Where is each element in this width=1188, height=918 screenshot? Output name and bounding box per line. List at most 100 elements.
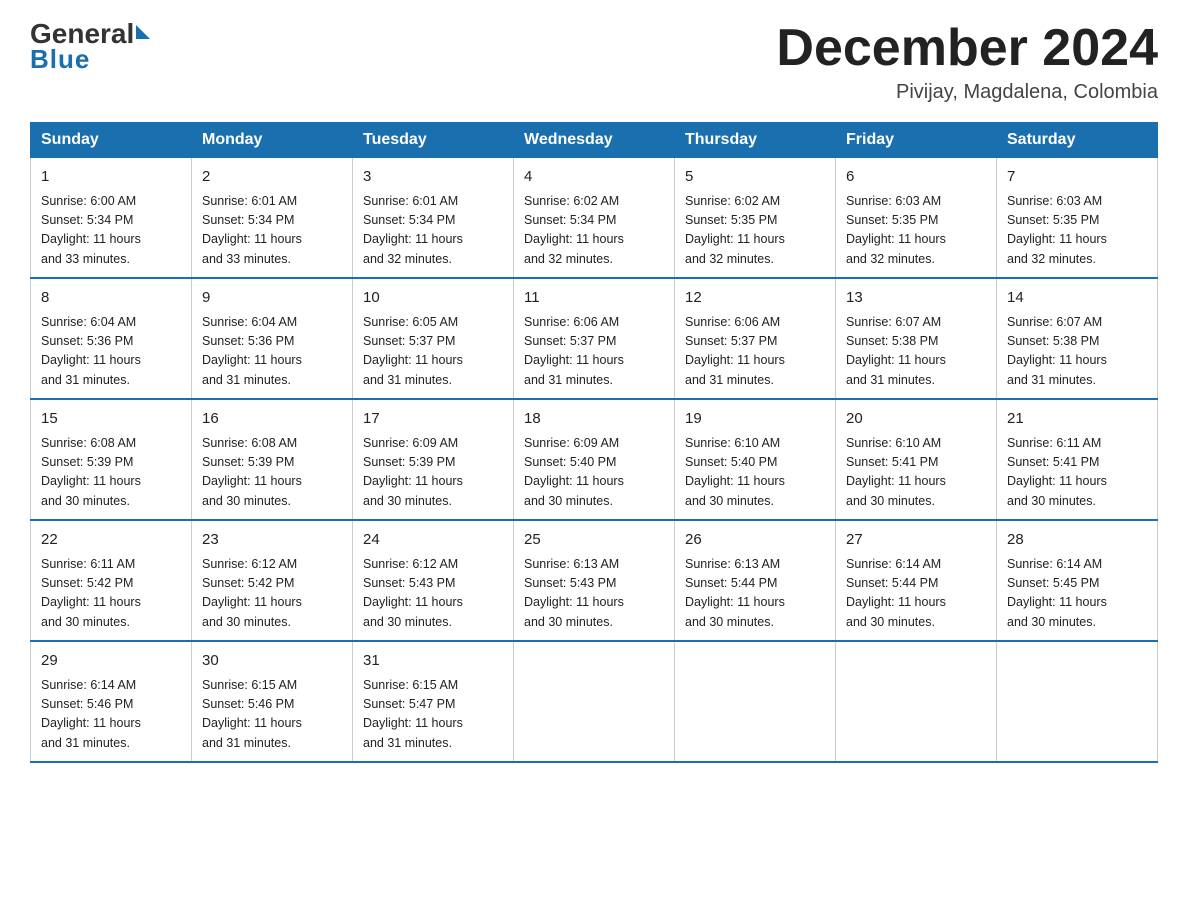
calendar-row-1: 8 Sunrise: 6:04 AMSunset: 5:36 PMDaylight…	[31, 278, 1158, 399]
day-info: Sunrise: 6:04 AMSunset: 5:36 PMDaylight:…	[41, 313, 181, 391]
calendar-cell: 21 Sunrise: 6:11 AMSunset: 5:41 PMDayligh…	[997, 399, 1158, 520]
calendar-cell: 28 Sunrise: 6:14 AMSunset: 5:45 PMDayligh…	[997, 520, 1158, 641]
day-info: Sunrise: 6:03 AMSunset: 5:35 PMDaylight:…	[1007, 192, 1147, 270]
day-info: Sunrise: 6:15 AMSunset: 5:46 PMDaylight:…	[202, 676, 342, 754]
calendar-cell: 16Sunrise: 6:08 AMSunset: 5:39 PMDayligh…	[192, 399, 353, 520]
day-number: 4	[524, 166, 664, 189]
day-number: 27	[846, 529, 986, 552]
day-number: 15	[41, 408, 181, 431]
day-info: Sunrise: 6:05 AMSunset: 5:37 PMDaylight:…	[363, 313, 503, 391]
day-info: Sunrise: 6:01 AMSunset: 5:34 PMDaylight:…	[363, 192, 503, 270]
day-number: 3	[363, 166, 503, 189]
day-info: Sunrise: 6:09 AMSunset: 5:40 PMDaylight:…	[524, 434, 664, 512]
calendar-cell: 15Sunrise: 6:08 AMSunset: 5:39 PMDayligh…	[31, 399, 192, 520]
day-number: 17	[363, 408, 503, 431]
calendar-cell: 9Sunrise: 6:04 AMSunset: 5:36 PMDaylight…	[192, 278, 353, 399]
day-number: 25	[524, 529, 664, 552]
day-header-wednesday: Wednesday	[514, 123, 675, 158]
title-area: December 2024 Pivijay, Magdalena, Colomb…	[776, 20, 1158, 104]
day-number: 29	[41, 650, 181, 673]
calendar-cell: 13Sunrise: 6:07 AMSunset: 5:38 PMDayligh…	[836, 278, 997, 399]
day-number: 6	[846, 166, 986, 189]
day-number: 20	[846, 408, 986, 431]
calendar-cell: 10 Sunrise: 6:05 AMSunset: 5:37 PMDayligh…	[353, 278, 514, 399]
day-info: Sunrise: 6:14 AMSunset: 5:44 PMDaylight:…	[846, 555, 986, 633]
day-info: Sunrise: 6:03 AMSunset: 5:35 PMDaylight:…	[846, 192, 986, 270]
calendar-header: SundayMondayTuesdayWednesdayThursdayFrid…	[31, 123, 1158, 158]
logo-blue: Blue	[30, 46, 90, 72]
calendar-cell: 22Sunrise: 6:11 AMSunset: 5:42 PMDayligh…	[31, 520, 192, 641]
day-info: Sunrise: 6:04 AMSunset: 5:36 PMDaylight:…	[202, 313, 342, 391]
day-header-sunday: Sunday	[31, 123, 192, 158]
day-number: 11	[524, 287, 664, 310]
day-info: Sunrise: 6:11 AMSunset: 5:41 PMDaylight:…	[1007, 434, 1147, 512]
logo: General Blue	[30, 20, 150, 72]
day-number: 7	[1007, 166, 1147, 189]
day-info: Sunrise: 6:12 AMSunset: 5:42 PMDaylight:…	[202, 555, 342, 633]
day-info: Sunrise: 6:13 AMSunset: 5:44 PMDaylight:…	[685, 555, 825, 633]
location: Pivijay, Magdalena, Colombia	[776, 81, 1158, 104]
calendar-table: SundayMondayTuesdayWednesdayThursdayFrid…	[30, 122, 1158, 763]
day-header-saturday: Saturday	[997, 123, 1158, 158]
day-info: Sunrise: 6:09 AMSunset: 5:39 PMDaylight:…	[363, 434, 503, 512]
day-number: 12	[685, 287, 825, 310]
day-info: Sunrise: 6:08 AMSunset: 5:39 PMDaylight:…	[202, 434, 342, 512]
calendar-row-3: 22Sunrise: 6:11 AMSunset: 5:42 PMDayligh…	[31, 520, 1158, 641]
calendar-cell: 3 Sunrise: 6:01 AMSunset: 5:34 PMDaylight…	[353, 158, 514, 279]
calendar-cell: 11 Sunrise: 6:06 AMSunset: 5:37 PMDayligh…	[514, 278, 675, 399]
day-number: 1	[41, 166, 181, 189]
calendar-cell	[836, 641, 997, 762]
day-number: 21	[1007, 408, 1147, 431]
day-info: Sunrise: 6:10 AMSunset: 5:41 PMDaylight:…	[846, 434, 986, 512]
day-header-friday: Friday	[836, 123, 997, 158]
calendar-cell: 24Sunrise: 6:12 AMSunset: 5:43 PMDayligh…	[353, 520, 514, 641]
calendar-cell: 25 Sunrise: 6:13 AMSunset: 5:43 PMDayligh…	[514, 520, 675, 641]
day-info: Sunrise: 6:01 AMSunset: 5:34 PMDaylight:…	[202, 192, 342, 270]
day-number: 23	[202, 529, 342, 552]
calendar-cell: 23 Sunrise: 6:12 AMSunset: 5:42 PMDayligh…	[192, 520, 353, 641]
calendar-row-2: 15 Sunrise: 6:08 AMSunset: 5:39 PMDayligh…	[31, 399, 1158, 520]
calendar-cell: 17 Sunrise: 6:09 AMSunset: 5:39 PMDayligh…	[353, 399, 514, 520]
day-number: 2	[202, 166, 342, 189]
day-number: 30	[202, 650, 342, 673]
day-number: 22	[41, 529, 181, 552]
day-number: 8	[41, 287, 181, 310]
day-info: Sunrise: 6:14 AMSunset: 5:45 PMDaylight:…	[1007, 555, 1147, 633]
calendar-cell	[675, 641, 836, 762]
day-info: Sunrise: 6:02 AMSunset: 5:34 PMDaylight:…	[524, 192, 664, 270]
day-number: 19	[685, 408, 825, 431]
day-header-monday: Monday	[192, 123, 353, 158]
day-header-thursday: Thursday	[675, 123, 836, 158]
calendar-cell: 4 Sunrise: 6:02 AMSunset: 5:34 PMDaylight…	[514, 158, 675, 279]
calendar-cell: 31Sunrise: 6:15 AMSunset: 5:47 PMDayligh…	[353, 641, 514, 762]
day-info: Sunrise: 6:14 AMSunset: 5:46 PMDaylight:…	[41, 676, 181, 754]
calendar-cell	[997, 641, 1158, 762]
calendar-cell: 18 Sunrise: 6:09 AMSunset: 5:40 PMDayligh…	[514, 399, 675, 520]
calendar-cell: 27 Sunrise: 6:14 AMSunset: 5:44 PMDayligh…	[836, 520, 997, 641]
page-header: General Blue December 2024 Pivijay, Magd…	[30, 20, 1158, 104]
day-number: 10	[363, 287, 503, 310]
day-number: 18	[524, 408, 664, 431]
day-number: 13	[846, 287, 986, 310]
calendar-cell: 1 Sunrise: 6:00 AMSunset: 5:34 PMDaylight…	[31, 158, 192, 279]
day-info: Sunrise: 6:02 AMSunset: 5:35 PMDaylight:…	[685, 192, 825, 270]
day-info: Sunrise: 6:10 AMSunset: 5:40 PMDaylight:…	[685, 434, 825, 512]
calendar-cell: 12 Sunrise: 6:06 AMSunset: 5:37 PMDayligh…	[675, 278, 836, 399]
header-row: SundayMondayTuesdayWednesdayThursdayFrid…	[31, 123, 1158, 158]
month-title: December 2024	[776, 20, 1158, 77]
logo-triangle-icon	[136, 25, 150, 39]
calendar-cell: 5 Sunrise: 6:02 AMSunset: 5:35 PMDaylight…	[675, 158, 836, 279]
day-info: Sunrise: 6:00 AMSunset: 5:34 PMDaylight:…	[41, 192, 181, 270]
calendar-cell: 29 Sunrise: 6:14 AMSunset: 5:46 PMDayligh…	[31, 641, 192, 762]
day-info: Sunrise: 6:13 AMSunset: 5:43 PMDaylight:…	[524, 555, 664, 633]
day-info: Sunrise: 6:06 AMSunset: 5:37 PMDaylight:…	[524, 313, 664, 391]
day-number: 14	[1007, 287, 1147, 310]
calendar-cell: 26Sunrise: 6:13 AMSunset: 5:44 PMDayligh…	[675, 520, 836, 641]
calendar-cell: 8 Sunrise: 6:04 AMSunset: 5:36 PMDaylight…	[31, 278, 192, 399]
calendar-cell: 20 Sunrise: 6:10 AMSunset: 5:41 PMDayligh…	[836, 399, 997, 520]
day-number: 28	[1007, 529, 1147, 552]
calendar-row-0: 1 Sunrise: 6:00 AMSunset: 5:34 PMDaylight…	[31, 158, 1158, 279]
day-info: Sunrise: 6:06 AMSunset: 5:37 PMDaylight:…	[685, 313, 825, 391]
calendar-cell: 30 Sunrise: 6:15 AMSunset: 5:46 PMDayligh…	[192, 641, 353, 762]
day-number: 5	[685, 166, 825, 189]
